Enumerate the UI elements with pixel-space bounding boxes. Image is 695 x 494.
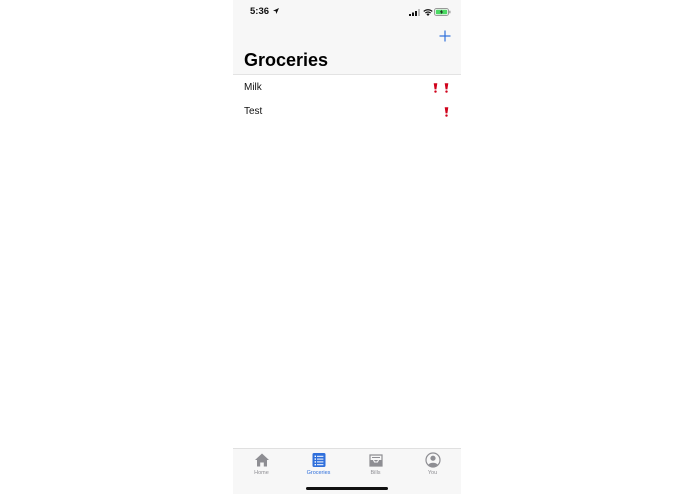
groceries-list: Milk Test — [233, 76, 461, 124]
page-title: Groceries — [244, 50, 329, 70]
navigation-bar: 5:36 Groceries — [233, 0, 461, 75]
tab-groceries[interactable]: Groceries — [290, 452, 347, 482]
status-bar: 5:36 — [233, 0, 461, 24]
list-item[interactable]: Milk — [233, 76, 461, 100]
inbox-tray-icon — [368, 454, 383, 467]
tab-label: You — [427, 470, 438, 476]
tab-label: Home — [254, 470, 269, 476]
status-time: 5:36 — [250, 6, 270, 17]
person-circle-icon — [424, 452, 441, 468]
tab-you[interactable]: You — [404, 452, 461, 482]
home-indicator — [306, 487, 388, 490]
wifi-icon — [423, 9, 433, 16]
tab-label: Bills — [370, 470, 381, 476]
cellular-signal-icon — [409, 9, 420, 16]
list-item[interactable]: Test — [233, 100, 461, 124]
exclamation-icon — [433, 83, 438, 93]
list-icon — [312, 453, 325, 467]
tab-bills[interactable]: Bills — [347, 452, 404, 482]
exclamation-icon — [444, 107, 449, 117]
plus-icon — [439, 30, 451, 42]
house-icon — [254, 453, 269, 467]
add-item-button[interactable] — [438, 29, 452, 43]
location-arrow-icon — [273, 8, 279, 14]
app-screen: 5:36 Groceries Milk Test Home Groceries … — [233, 0, 461, 494]
item-name: Milk — [244, 82, 262, 93]
battery-charging-icon — [434, 8, 451, 16]
priority-indicator — [444, 105, 449, 119]
priority-indicator — [433, 81, 449, 95]
tab-home[interactable]: Home — [233, 452, 290, 482]
tab-label: Groceries — [306, 470, 331, 476]
item-name: Test — [244, 106, 263, 117]
exclamation-icon — [444, 83, 449, 93]
